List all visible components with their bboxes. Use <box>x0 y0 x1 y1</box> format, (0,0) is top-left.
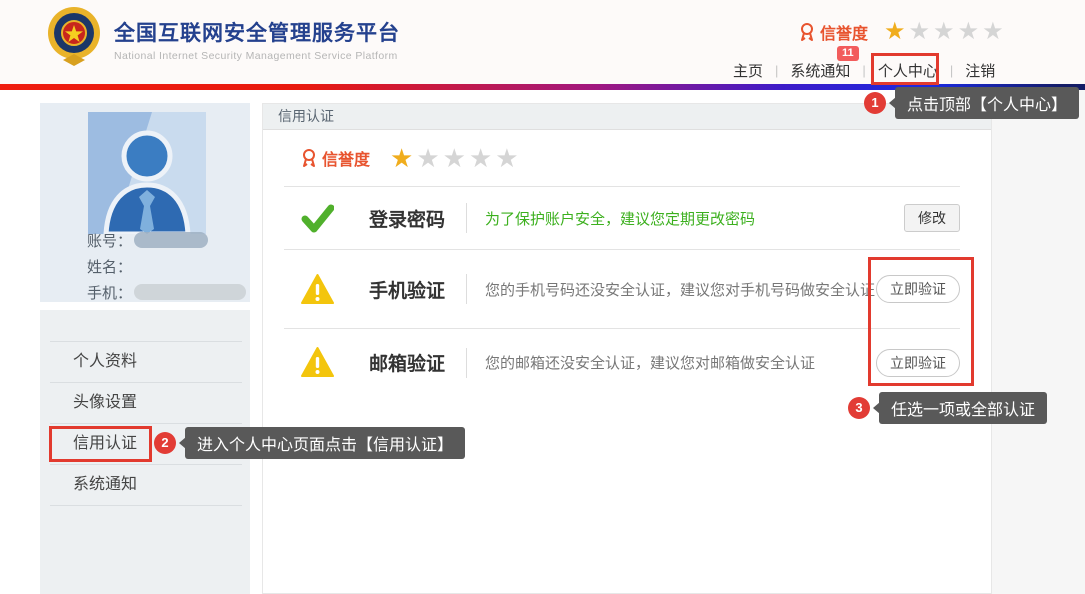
nav-personal-center[interactable]: 个人中心 <box>878 60 938 81</box>
star-icon: ★ <box>908 18 934 45</box>
credit-auth-panel: 信用认证 信誉度 ★★★★★ 登录密码 为了保护账户安全，建议您定期更改密码 修… <box>262 103 992 594</box>
site-subtitle: National Internet Security Management Se… <box>114 50 398 62</box>
check-icon <box>301 204 334 232</box>
step-number-badge: 3 <box>848 397 870 419</box>
phone-label: 手机： <box>87 284 133 302</box>
reputation-row: 信誉度 ★★★★★ <box>284 130 960 187</box>
redacted-account-value <box>134 232 209 248</box>
police-badge-logo <box>48 7 100 66</box>
header-reputation[interactable]: 信誉度 ★★★★★ <box>799 20 1007 44</box>
step-number-badge: 1 <box>864 92 886 114</box>
profile-fields: 账号： 姓名： 手机： <box>87 227 247 305</box>
star-icon: ★ <box>957 18 983 45</box>
notification-count-badge: 11 <box>837 46 859 61</box>
star-icon: ★ <box>390 143 417 173</box>
verify-email-button[interactable]: 立即验证 <box>876 348 960 377</box>
page-header: 全国互联网安全管理服务平台 National Internet Security… <box>0 0 1085 84</box>
site-title: 全国互联网安全管理服务平台 <box>114 22 400 45</box>
star-icon: ★ <box>416 143 443 173</box>
rating-stars: ★★★★★ <box>884 20 1007 44</box>
row-label: 登录密码 <box>369 209 446 231</box>
nav-home[interactable]: 主页 <box>733 60 763 81</box>
row-label: 邮箱验证 <box>369 354 446 375</box>
profile-summary-box: 账号： 姓名： 手机： <box>40 103 250 302</box>
redacted-phone-value <box>134 284 247 300</box>
step-tooltip: 任选一项或全部认证 <box>872 392 1048 424</box>
name-label: 姓名： <box>87 258 133 276</box>
avatar <box>88 112 206 234</box>
modify-password-button[interactable]: 修改 <box>904 204 960 232</box>
star-icon: ★ <box>442 143 469 173</box>
password-row: 登录密码 为了保护账户安全，建议您定期更改密码 修改 <box>284 187 960 250</box>
account-label: 账号： <box>87 232 133 250</box>
star-icon: ★ <box>468 143 496 173</box>
reputation-label: 信誉度 <box>820 26 869 43</box>
row-divider <box>466 347 467 378</box>
medal-icon <box>801 23 813 41</box>
verify-phone-button[interactable]: 立即验证 <box>876 275 960 303</box>
row-description: 您的手机号码还没安全认证，建议您对手机号码做安全认证 <box>485 281 876 299</box>
warning-icon <box>301 273 334 304</box>
callout-step-1: 1 点击顶部【个人中心】 <box>864 87 1080 119</box>
sidebar-item-avatar-settings[interactable]: 头像设置 <box>50 382 242 423</box>
email-verify-row: 邮箱验证 您的邮箱还没安全认证，建议您对邮箱做安全认证 立即验证 <box>284 329 960 396</box>
sidebar-item-personal-info[interactable]: 个人资料 <box>50 341 242 382</box>
star-icon: ★ <box>884 18 909 45</box>
rating-stars: ★★★★★ <box>390 145 522 171</box>
nav-divider: | <box>775 63 779 78</box>
callout-step-2: 2 进入个人中心页面点击【信用认证】 <box>154 427 466 459</box>
row-description: 为了保护账户安全，建议您定期更改密码 <box>485 210 756 228</box>
row-divider <box>466 274 467 304</box>
warning-icon <box>301 347 334 377</box>
step-tooltip: 进入个人中心页面点击【信用认证】 <box>178 427 466 459</box>
star-icon: ★ <box>495 143 522 173</box>
phone-verify-row: 手机验证 您的手机号码还没安全认证，建议您对手机号码做安全认证 立即验证 <box>284 250 960 329</box>
star-icon: ★ <box>982 18 1007 45</box>
row-description: 您的邮箱还没安全认证，建议您对邮箱做安全认证 <box>485 355 816 372</box>
row-divider <box>466 203 467 233</box>
row-label: 手机验证 <box>369 280 446 302</box>
nav-divider: | <box>949 63 954 78</box>
step-tooltip: 点击顶部【个人中心】 <box>888 87 1080 119</box>
callout-step-3: 3 任选一项或全部认证 <box>848 392 1048 424</box>
medal-icon <box>303 149 315 167</box>
nav-divider: | <box>862 63 866 78</box>
sidebar-item-system-notice[interactable]: 系统通知 <box>50 464 242 506</box>
star-icon: ★ <box>933 18 958 45</box>
step-number-badge: 2 <box>154 432 176 454</box>
nav-system-notice[interactable]: 系统通知 <box>790 60 850 81</box>
top-nav: 主页 | 系统通知 | 个人中心 | 注销 <box>733 60 995 81</box>
reputation-label: 信誉度 <box>322 152 371 169</box>
nav-logout[interactable]: 注销 <box>965 60 995 81</box>
page-background-strip <box>992 90 1085 594</box>
